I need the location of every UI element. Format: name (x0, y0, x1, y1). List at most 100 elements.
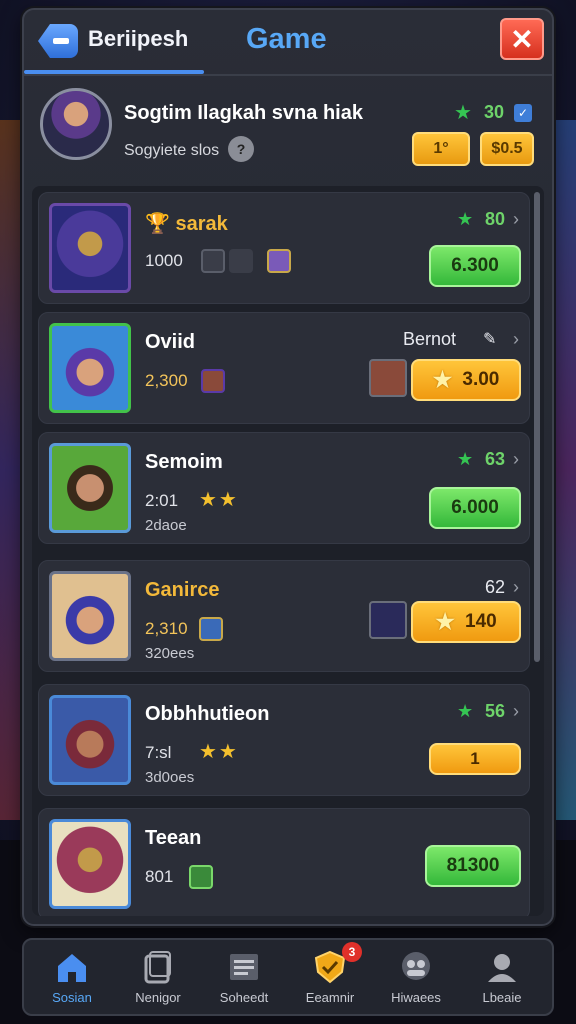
item-value: 2,310 (145, 619, 188, 638)
character-icon (201, 369, 225, 393)
button-label: 3.00 (462, 369, 500, 390)
help-icon[interactable]: ? (228, 136, 254, 162)
item-value: 801 (145, 867, 174, 886)
item-value: 1000 (145, 251, 183, 270)
close-button[interactable]: ✕ (500, 18, 544, 60)
document-icon (230, 954, 258, 980)
player-score: 30 (484, 102, 505, 122)
nav-label: Hiwaees (391, 990, 441, 1005)
group-icon (402, 952, 430, 980)
item-name: Teean (145, 827, 202, 849)
item-name: 🏆 sarak (145, 211, 228, 236)
list-item[interactable]: Semoim 2:01 ★★ 2daoe ★ 63 › 6.000 (38, 432, 530, 544)
item-thumbnail (49, 695, 131, 785)
item-tag: 62 (485, 577, 506, 597)
star-icon: ★ (435, 609, 456, 634)
chevron-right-icon[interactable]: › (513, 449, 519, 470)
item-thumbnail (49, 443, 131, 533)
star-buy-button[interactable]: ★ 140 (411, 601, 521, 643)
item-value: 7:sl (145, 743, 172, 762)
star-icon: ★ (457, 449, 474, 469)
item-name: Obbhhutieon (145, 703, 270, 725)
small-avatar (369, 601, 407, 639)
nav-item-home[interactable]: Sosian (24, 940, 120, 1014)
notification-badge: 3 (342, 942, 362, 962)
list-item[interactable]: Teean 801 81300 (38, 808, 530, 916)
main-panel: Beriipesh Game ✕ Sogtim Ilagkah svna hia… (22, 8, 554, 926)
item-badge-icon (267, 249, 291, 273)
star-icon: ★ (454, 102, 472, 124)
nav-label: Nenigor (135, 990, 181, 1005)
rating-stars: ★★ (199, 741, 239, 763)
item-value: 2:01 (145, 491, 179, 510)
top-bar: Beriipesh Game ✕ (24, 10, 552, 76)
back-arrow-button[interactable] (38, 24, 78, 58)
list-item[interactable]: Obbhhutieon 7:sl ★★ 3d0oes ★ 56 › 1 (38, 684, 530, 796)
item-thumbnail (49, 571, 131, 661)
sword-icon (189, 865, 213, 889)
profile-icon (488, 954, 516, 982)
chevron-right-icon[interactable]: › (513, 209, 519, 230)
profile-gold-button-2[interactable]: $0.5 (480, 132, 534, 166)
edit-icon[interactable]: ✎ (483, 329, 496, 349)
list-item[interactable]: 🏆 sarak 1000 ★ 80 › 6.300 (38, 192, 530, 304)
item-name: Oviid (145, 331, 196, 353)
item-thumbnail (49, 819, 131, 909)
item-score: 63 (485, 449, 506, 469)
item-thumbnail (49, 323, 131, 413)
nav-item-document[interactable]: Soheedt (196, 940, 292, 1014)
item-value: 2,300 (145, 371, 188, 390)
player-avatar[interactable] (40, 88, 112, 160)
item-name: Ganirce (145, 579, 220, 601)
item-subvalue: 3d0oes (145, 769, 195, 786)
home-icon (58, 954, 86, 982)
active-tab-underline (24, 70, 204, 74)
nav-label: Lbeaie (482, 990, 522, 1005)
list-scrollbar[interactable] (534, 192, 540, 662)
buy-button[interactable]: 6.300 (429, 245, 521, 287)
item-score: 80 (485, 209, 506, 229)
item-subvalue: 320ees (145, 645, 195, 662)
checkbox-icon[interactable]: ✓ (514, 104, 532, 122)
buy-button[interactable]: 1 (429, 743, 521, 775)
nav-item-group[interactable]: Hiwaees (368, 940, 464, 1014)
nav-item-cards[interactable]: Nenigor (110, 940, 206, 1014)
item-name: Semoim (145, 451, 223, 473)
nav-label: Eeamnir (305, 990, 355, 1005)
item-subvalue: 2daoe (145, 517, 187, 534)
star-buy-button[interactable]: ★ 3.00 (411, 359, 521, 401)
item-name-text: sarak (175, 213, 228, 235)
nav-label: Soheedt (219, 990, 269, 1005)
cards-icon (144, 951, 171, 984)
buy-button[interactable]: 81300 (425, 845, 521, 887)
tab-left-title[interactable]: Beriipesh (88, 26, 188, 52)
bottom-navigation: Sosian Nenigor Soheedt 3 Eeamnir Hiwaees… (22, 938, 554, 1016)
star-icon: ★ (457, 209, 474, 229)
star-icon: ★ (457, 701, 474, 721)
sword-icon (229, 249, 253, 273)
player-name: Sogtim Ilagkah svna hiak (124, 102, 363, 124)
profile-gold-button-1[interactable]: 1° (412, 132, 470, 166)
nav-item-shield[interactable]: 3 Eeamnir (282, 940, 378, 1014)
tab-game-title[interactable]: Game (246, 23, 327, 56)
item-tag: Bernot (403, 329, 457, 349)
chevron-right-icon[interactable]: › (513, 329, 519, 350)
list-item[interactable]: Ganirce 2,310 320ees 62 › ★ 140 (38, 560, 530, 672)
item-score: 56 (485, 701, 506, 721)
gem-icon (199, 617, 223, 641)
gear-icon (201, 249, 225, 273)
list-item[interactable]: Oviid 2,300 Bernot ✎ › ★ 3.00 (38, 312, 530, 424)
trophy-icon: 🏆 (145, 213, 176, 235)
chevron-right-icon[interactable]: › (513, 701, 519, 722)
rating-stars: ★★ (199, 489, 239, 511)
button-label: 140 (465, 611, 497, 632)
buy-button[interactable]: 6.000 (429, 487, 521, 529)
small-avatar (369, 359, 407, 397)
game-list[interactable]: 🏆 sarak 1000 ★ 80 › 6.300 Oviid 2,300 Be… (32, 186, 544, 916)
chevron-right-icon[interactable]: › (513, 577, 519, 598)
item-thumbnail (49, 203, 131, 293)
player-profile: Sogtim Ilagkah svna hiak Sogyiete slos ?… (24, 76, 552, 182)
player-subtitle: Sogyiete slos (124, 142, 220, 159)
star-icon: ★ (432, 367, 453, 392)
nav-item-profile[interactable]: Lbeaie (454, 940, 550, 1014)
